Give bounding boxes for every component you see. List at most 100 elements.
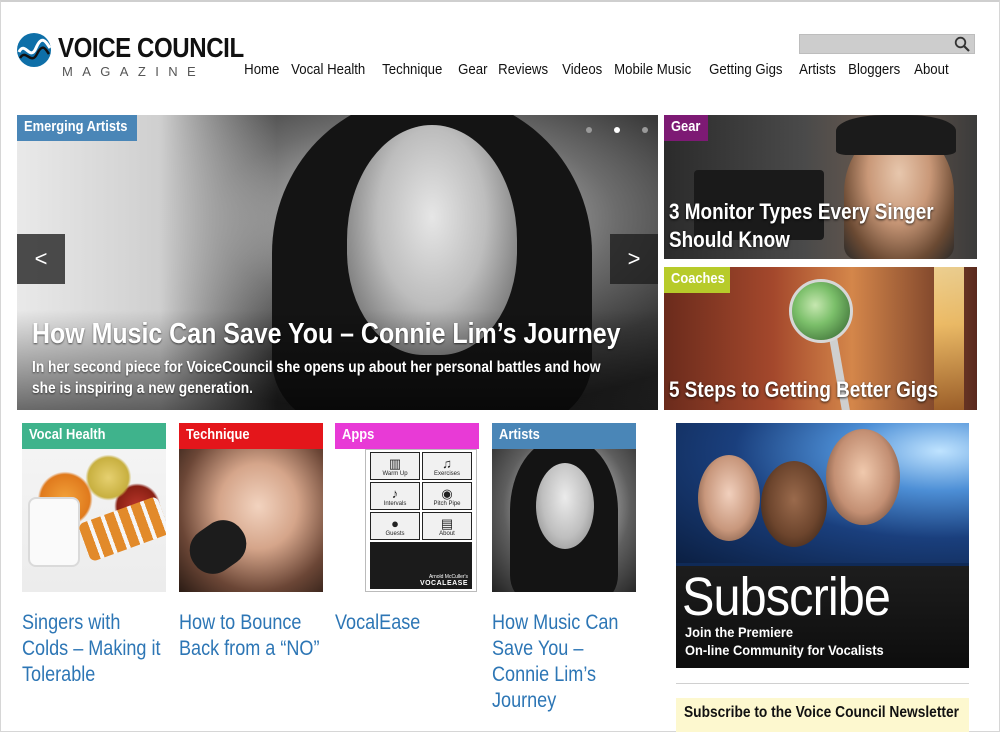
card-tag-vocal-health[interactable]: Vocal Health	[22, 423, 166, 449]
pills-shape	[77, 495, 166, 563]
hero-slider[interactable]: Emerging Artists < > How Music Can Save …	[17, 115, 658, 410]
logo-title: VOICE COUNCIL	[58, 32, 244, 63]
nav-item-getting-gigs[interactable]: Getting Gigs	[703, 61, 789, 81]
card-image-apps[interactable]: ▥ Warm Up ♫ Exercises ♪ Intervals ◉ Pitch Pi…	[365, 449, 477, 592]
feature-coaches[interactable]: Coaches 5 Steps to Getting Better Gigs	[664, 267, 977, 410]
pitch-pipe-icon: ◉	[441, 486, 453, 501]
search-input[interactable]	[799, 34, 975, 54]
nav-item-artists[interactable]: Artists	[793, 61, 842, 81]
nav-item-videos[interactable]: Videos	[556, 61, 608, 81]
card-header: Vocal Health	[22, 423, 166, 449]
app-footer-brand: VOCALEASE	[419, 580, 468, 587]
nav-item-about[interactable]: About	[908, 61, 955, 81]
app-button-warm-up: ▥ Warm Up	[370, 452, 420, 480]
subscribe-photo-person-3	[826, 429, 900, 525]
feature-coaches-tag[interactable]: Coaches	[664, 267, 730, 293]
card-image-vocal-health[interactable]	[22, 449, 166, 592]
card-tag-label: Technique	[186, 426, 250, 443]
card-header: Technique	[179, 423, 323, 449]
newsletter-box: Subscribe to the Voice Council Newslette…	[676, 698, 969, 732]
subscribe-line-2: On-line Community for Vocalists	[685, 642, 884, 658]
nav-item-gear[interactable]: Gear	[452, 61, 494, 81]
person-icon: ●	[391, 516, 399, 531]
article-card-artists[interactable]: Artists How Music Can Save You – Connie …	[492, 423, 636, 714]
hero-description: In her second piece for VoiceCouncil she…	[32, 359, 601, 397]
subscribe-headline: Subscribe	[682, 567, 891, 627]
article-card-technique[interactable]: Technique How to Bounce Back from a “NO”	[179, 423, 323, 662]
nav-item-home[interactable]: Home	[238, 61, 286, 81]
card-tag-technique[interactable]: Technique	[179, 423, 323, 449]
hero-title[interactable]: How Music Can Save You – Connie Lim’s Jo…	[32, 318, 621, 351]
app-button-label: Exercises	[433, 471, 460, 477]
feature-coaches-photo-light	[934, 267, 964, 410]
slider-next-button[interactable]: >	[610, 234, 658, 284]
feature-gear[interactable]: Gear 3 Monitor Types Every Singer Should…	[664, 115, 977, 259]
logo-mark-icon	[17, 33, 52, 67]
site-logo[interactable]: VOICE COUNCIL MAGAZINE	[16, 32, 244, 82]
hero-category-tag[interactable]: Emerging Artists	[17, 115, 137, 141]
treble-clef-icon: ♪	[391, 486, 399, 501]
card-title-artists[interactable]: How Music Can Save You – Connie Lim’s Jo…	[492, 610, 636, 714]
card-tag-apps[interactable]: Apps	[335, 423, 479, 449]
card-tag-label: Artists	[499, 426, 540, 443]
card-header: Artists	[492, 423, 636, 449]
music-note-icon: ♫	[442, 456, 452, 471]
main-nav: Home Vocal Health Technique Gear Reviews…	[238, 61, 954, 81]
card-title-vocal-health[interactable]: Singers with Colds – Making it Tolerable	[22, 610, 166, 688]
card-tag-label: Vocal Health	[29, 426, 106, 443]
app-button-label: Guests	[385, 531, 405, 537]
app-footer: Arnold McCuller's VOCALEASE	[370, 542, 472, 589]
subscribe-line-1: Join the Premiere	[685, 624, 794, 640]
card-image-artists[interactable]	[492, 449, 636, 592]
app-button-intervals: ♪ Intervals	[370, 482, 420, 510]
card-tag-artists[interactable]: Artists	[492, 423, 636, 449]
slider-dot-2[interactable]	[614, 127, 620, 133]
card-image-technique[interactable]	[179, 449, 323, 592]
slider-prev-button[interactable]: <	[17, 234, 65, 284]
feature-coaches-title[interactable]: 5 Steps to Getting Better Gigs	[669, 376, 938, 404]
feature-coaches-photo-microphone	[789, 279, 853, 343]
app-button-guests: ● Guests	[370, 512, 420, 540]
card-title-technique[interactable]: How to Bounce Back from a “NO”	[179, 610, 323, 662]
app-button-about: ▤ About	[422, 512, 472, 540]
feature-gear-tag-label: Gear	[671, 118, 701, 135]
nav-item-reviews[interactable]: Reviews	[492, 61, 554, 81]
slider-dot-1[interactable]	[586, 127, 592, 133]
feature-gear-title[interactable]: 3 Monitor Types Every Singer Should Know	[669, 198, 934, 254]
feature-gear-title-line2: Should Know	[669, 227, 790, 252]
article-card-apps[interactable]: Apps ▥ Warm Up ♫ Exercises ♪ Intervals ◉ Pit…	[335, 423, 479, 636]
artist-photo-face	[536, 463, 594, 549]
app-button-label: Warm Up	[382, 471, 408, 477]
app-button-label: Pitch Pipe	[433, 501, 461, 507]
nav-item-bloggers[interactable]: Bloggers	[842, 61, 906, 81]
subscribe-photo-person-1	[698, 455, 760, 541]
nav-item-technique[interactable]: Technique	[376, 61, 449, 81]
newsletter-title: Subscribe to the Voice Council Newslette…	[684, 704, 960, 721]
feature-coaches-tag-label: Coaches	[671, 270, 725, 287]
app-button-label: Intervals	[383, 501, 407, 507]
feature-gear-tag[interactable]: Gear	[664, 115, 708, 141]
slider-dots	[586, 127, 648, 133]
feature-gear-title-line1: 3 Monitor Types Every Singer	[669, 199, 934, 224]
app-button-label: About	[439, 531, 455, 537]
subscribe-photo-person-2	[761, 461, 827, 547]
microphone-shape	[181, 511, 255, 583]
app-button-pitch-pipe: ◉ Pitch Pipe	[422, 482, 472, 510]
slider-dot-3[interactable]	[642, 127, 648, 133]
logo-subtitle: MAGAZINE	[62, 64, 206, 79]
article-card-vocal-health[interactable]: Vocal Health Singers with Colds – Making…	[22, 423, 166, 688]
card-title-apps[interactable]: VocalEase	[335, 610, 479, 636]
piano-icon: ▥	[388, 456, 402, 471]
subscribe-photo	[676, 423, 969, 563]
search-icon[interactable]	[954, 36, 970, 52]
subscribe-banner[interactable]: Subscribe Join the Premiere On-line Comm…	[676, 423, 969, 668]
hero-category-label: Emerging Artists	[24, 118, 128, 135]
nav-item-mobile-music[interactable]: Mobile Music	[608, 61, 697, 81]
info-icon: ▤	[440, 516, 454, 531]
sidebar-divider	[676, 683, 969, 684]
pill-bottle-shape	[28, 497, 80, 567]
card-header: Apps	[335, 423, 479, 449]
feature-gear-photo-hat	[836, 115, 956, 155]
app-button-exercises: ♫ Exercises	[422, 452, 472, 480]
nav-item-vocal-health[interactable]: Vocal Health	[285, 61, 371, 81]
